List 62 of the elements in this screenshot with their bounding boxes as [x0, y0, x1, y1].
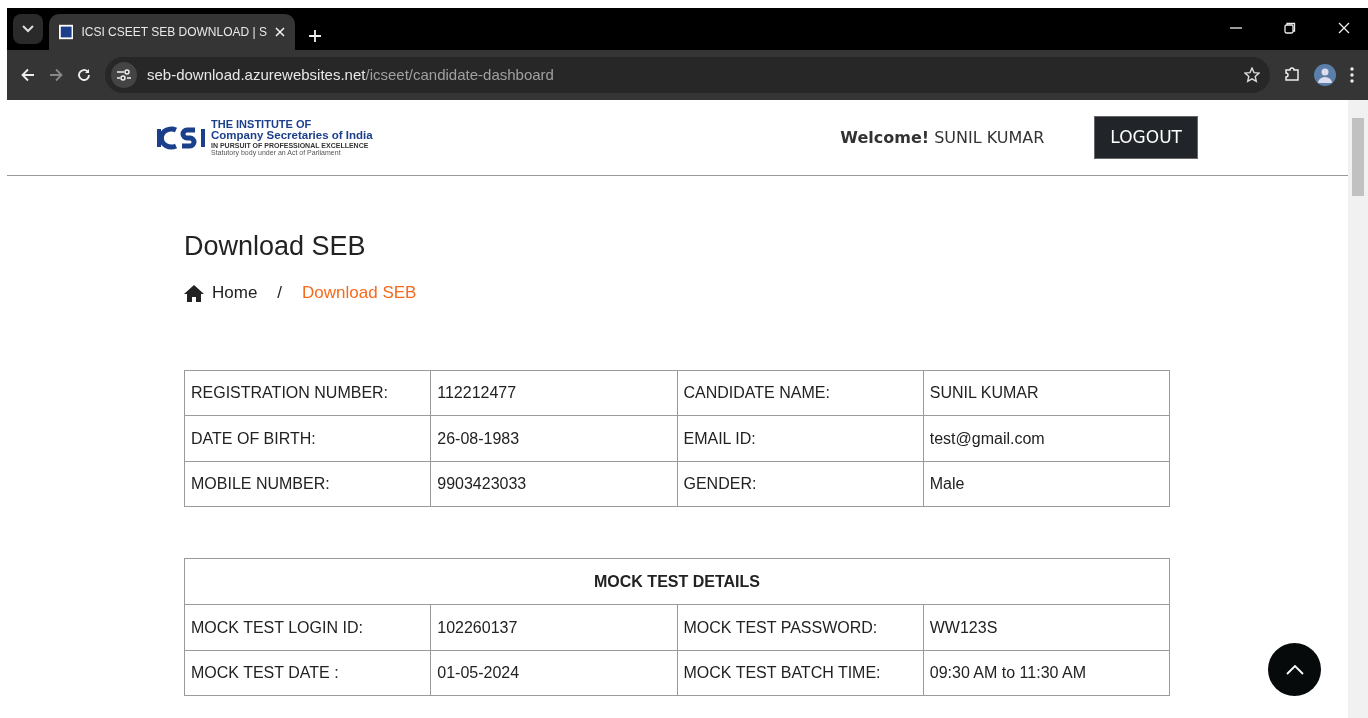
star-icon [1244, 67, 1260, 83]
table-cell: Male [923, 461, 1170, 507]
close-tab-button[interactable] [275, 27, 285, 37]
tab-title: ICSI CSEET SEB DOWNLOAD | S [81, 24, 267, 41]
field-label: MOBILE NUMBER: [184, 461, 431, 507]
scrollbar[interactable] [1348, 100, 1368, 718]
home-icon [184, 284, 204, 302]
url-text: seb-download.azurewebsites.net/icseet/candidate-dashboard [147, 64, 555, 85]
breadcrumb-separator: / [277, 282, 283, 305]
table-cell: 9903423033 [430, 461, 677, 507]
restore-icon [1284, 22, 1296, 34]
profile-button[interactable] [1314, 64, 1336, 86]
field-label: MOCK TEST LOGIN ID: [184, 604, 431, 651]
scroll-to-top-button[interactable] [1268, 643, 1321, 696]
breadcrumb-link[interactable]: Home [184, 280, 258, 306]
plus-icon [309, 30, 321, 42]
table-cell: WW123S [923, 604, 1170, 651]
field-label: REGISTRATION NUMBER: [184, 370, 431, 416]
table-cell: SUNIL KUMAR [923, 370, 1170, 416]
table-cell: 26-08-1983 [430, 415, 677, 462]
arrow-left-icon [21, 68, 35, 82]
page-title: Download SEB [184, 230, 367, 263]
table-cell: 09:30 AM to 11:30 AM [923, 650, 1170, 696]
field-label: CANDIDATE NAME: [677, 370, 924, 416]
welcome-text: Welcome! SUNIL KUMAR [840, 126, 1045, 149]
chevron-up-icon [1285, 664, 1304, 675]
address-bar[interactable]: seb-download.azurewebsites.net/icseet/candidate-dashboard [105, 57, 1270, 93]
back-button[interactable] [21, 68, 35, 82]
close-icon [1338, 22, 1350, 34]
arrow-right-icon [49, 68, 63, 82]
reload-icon [77, 68, 91, 82]
field-label: MOCK TEST BATCH TIME: [677, 650, 924, 696]
kebab-menu-icon [1350, 67, 1354, 83]
logo-title: Company Secretaries of India [211, 129, 373, 142]
reload-button[interactable] [77, 68, 91, 82]
field-label: DATE OF BIRTH: [184, 415, 431, 462]
table-cell: 01-05-2024 [430, 650, 677, 696]
bookmark-button[interactable] [1244, 67, 1260, 83]
forward-button[interactable] [49, 68, 63, 82]
table-cell: 112212477 [430, 370, 677, 416]
site-info-button[interactable] [111, 62, 137, 88]
field-label: MOCK TEST DATE : [184, 650, 431, 696]
extensions-button[interactable] [1284, 67, 1300, 83]
table-heading: MOCK TEST DETAILS [184, 558, 1170, 605]
field-label: MOCK TEST PASSWORD: [677, 604, 924, 651]
browser-tab[interactable]: ICSI CSEET SEB DOWNLOAD | S [49, 14, 295, 50]
tab-search-button[interactable] [13, 14, 43, 44]
logout-button[interactable]: LOGOUT [1094, 115, 1198, 160]
favicon-icon [59, 24, 74, 40]
field-label: GENDER: [677, 461, 924, 507]
field-label: EMAIL ID: [677, 415, 924, 462]
table-cell: 102260137 [430, 604, 677, 651]
table-cell: test@gmail.com [923, 415, 1170, 462]
chevron-down-icon [22, 25, 34, 33]
menu-button[interactable] [1350, 67, 1354, 83]
close-icon [275, 27, 285, 37]
puzzle-icon [1284, 67, 1300, 83]
logo-title: THE INSTITUTE OF [211, 118, 313, 130]
sliders-icon [117, 69, 131, 81]
icsi-logo-icon [157, 124, 207, 151]
avatar-icon [1314, 64, 1336, 86]
new-tab-button[interactable] [309, 30, 321, 42]
